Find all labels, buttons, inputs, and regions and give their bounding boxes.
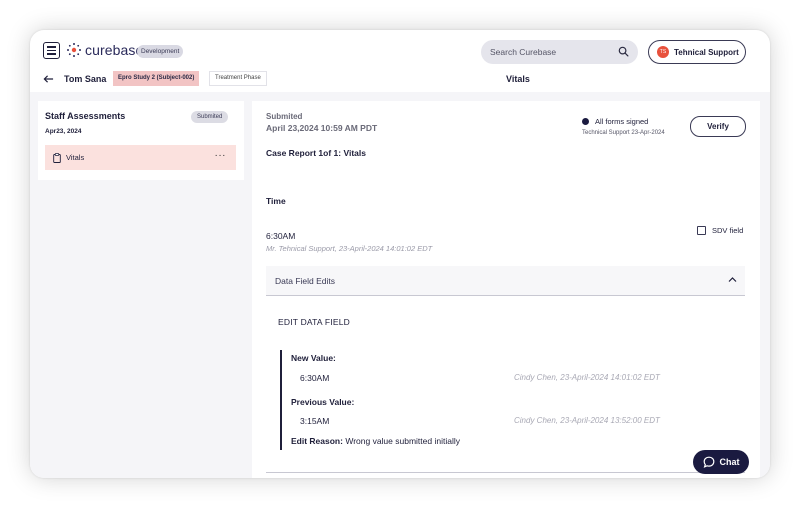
- signed-status: All forms signed: [582, 117, 648, 126]
- status-badge: Submited: [191, 111, 229, 123]
- chat-label: Chat: [719, 457, 740, 467]
- previous-value: 3:15AM: [300, 416, 330, 426]
- sidebar-item-label: Vitals: [66, 153, 85, 162]
- logo-text: curebase: [85, 42, 144, 58]
- avatar: TS: [657, 46, 669, 58]
- staff-assessments-card: Staff Assessments Apr23, 2024 Submited V…: [38, 101, 244, 180]
- support-label: Tehnical Support: [674, 47, 739, 57]
- study-chip[interactable]: Epro Study 2 (Subject-002): [113, 71, 200, 86]
- verify-button[interactable]: Verify: [690, 116, 746, 137]
- accordion-title: Data Field Edits: [275, 275, 335, 286]
- chat-button[interactable]: Chat: [693, 450, 749, 474]
- environment-badge: Development: [137, 45, 184, 58]
- previous-value-label: Previous Value:: [291, 397, 355, 407]
- edit-data-field-title: EDIT DATA FIELD: [278, 317, 350, 327]
- arrow-left-icon[interactable]: [43, 74, 54, 84]
- edit-history-block: New Value: 6:30AM Cindy Chen, 23-April-2…: [280, 350, 700, 450]
- top-bar: curebase Development TS Tehnical Support: [30, 30, 770, 72]
- app-window: curebase Development TS Tehnical Support…: [30, 30, 770, 478]
- technical-support-button[interactable]: TS Tehnical Support: [648, 40, 746, 64]
- vitals-form-card: Submited April 23,2024 10:59 AM PDT All …: [252, 101, 760, 478]
- checkbox-icon[interactable]: [697, 226, 706, 235]
- section-title: Staff Assessments: [45, 111, 126, 121]
- case-report-title: Case Report 1of 1: Vitals: [266, 148, 366, 158]
- edit-reason-text: Wrong value submitted initially: [345, 436, 460, 446]
- chat-bubble-icon: [703, 456, 714, 468]
- search-icon[interactable]: [618, 46, 629, 57]
- field-label: Time: [266, 196, 286, 206]
- previous-value-audit: Cindy Chen, 23-April-2024 13:52:00 EDT: [514, 416, 660, 425]
- section-date: Apr23, 2024: [45, 128, 82, 135]
- field-value: 6:30AM: [266, 231, 296, 241]
- chevron-up-icon[interactable]: [728, 276, 737, 283]
- logo[interactable]: curebase: [66, 42, 143, 58]
- submitted-label: Submited: [266, 112, 303, 121]
- phase-chip[interactable]: Treatment Phase: [209, 71, 267, 86]
- search-input[interactable]: [490, 47, 610, 57]
- clipboard-icon: [53, 152, 61, 163]
- signed-dot-icon: [582, 118, 589, 125]
- page-title: Vitals: [506, 74, 530, 84]
- submitted-date: April 23,2024 10:59 AM PDT: [266, 123, 378, 133]
- sidebar-item-vitals[interactable]: Vitals ···: [45, 145, 236, 170]
- more-options-icon[interactable]: ···: [215, 151, 227, 161]
- field-audit: Mr. Tehnical Support, 23-April-2024 14:0…: [266, 244, 433, 253]
- sdv-label: SDV field: [712, 226, 744, 235]
- signed-text: All forms signed: [595, 117, 649, 126]
- divider: [266, 472, 745, 473]
- sdv-field-checkbox[interactable]: SDV field: [697, 226, 743, 235]
- new-value-audit: Cindy Chen, 23-April-2024 14:01:02 EDT: [514, 373, 660, 382]
- new-value: 6:30AM: [300, 373, 330, 383]
- new-value-label: New Value:: [291, 353, 336, 363]
- curebase-logo-icon: [67, 43, 81, 57]
- patient-name: Tom Sana: [64, 74, 107, 84]
- signed-meta: Technical Support 23-Apr-2024: [582, 130, 665, 136]
- breadcrumb-bar: Tom Sana Epro Study 2 (Subject-002) Trea…: [30, 69, 770, 91]
- hamburger-icon[interactable]: [43, 42, 60, 59]
- edit-reason: Edit Reason: Wrong value submitted initi…: [291, 436, 460, 446]
- edit-reason-label: Edit Reason:: [291, 436, 343, 446]
- search-box[interactable]: [481, 40, 638, 64]
- data-field-edits-accordion[interactable]: Data Field Edits: [266, 266, 745, 296]
